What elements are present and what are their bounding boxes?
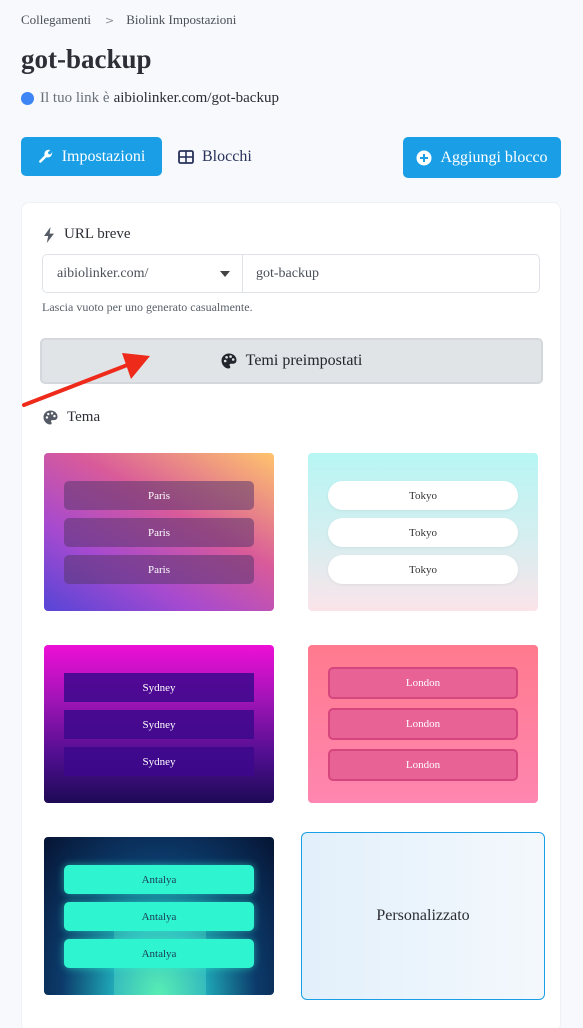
theme-card-custom[interactable]: Personalizzato — [301, 832, 545, 1000]
add-block-button[interactable]: Aggiungi blocco — [403, 137, 561, 178]
theme-preview-button: Sydney — [64, 673, 254, 702]
theme-preview-button: Paris — [64, 555, 254, 584]
theme-preview-button: Antalya — [64, 902, 254, 931]
theme-preview-button: Tokyo — [328, 518, 518, 547]
short-url-help: Lascia vuoto per uno generato casualment… — [42, 300, 253, 314]
theme-preview-button: Tokyo — [328, 555, 518, 584]
table-grid-icon — [178, 149, 194, 164]
theme-section-label-text: Tema — [67, 409, 101, 425]
settings-tab-label: Impostazioni — [61, 147, 146, 165]
theme-card-london[interactable]: London London London — [308, 645, 538, 803]
palette-icon — [221, 353, 237, 369]
chevron-right-icon: > — [105, 13, 115, 27]
settings-tab-button[interactable]: Impostazioni — [21, 137, 162, 176]
page-title: got-backup — [21, 44, 152, 74]
red-arrow-icon — [22, 353, 150, 407]
slug-input[interactable] — [243, 255, 539, 292]
theme-preview-button: Tokyo — [328, 481, 518, 510]
palette-icon — [43, 410, 58, 425]
short-url-label: URL breve — [43, 226, 131, 243]
blocks-tab-label: Blocchi — [202, 147, 252, 165]
theme-preview-button: Antalya — [64, 865, 254, 894]
link-info: Il tuo link è aibiolinker.com/got-backup — [21, 90, 279, 107]
status-dot-icon — [21, 92, 34, 105]
custom-theme-label: Personalizzato — [376, 907, 470, 924]
blocks-tab-button[interactable]: Blocchi — [178, 137, 252, 176]
theme-card-sydney[interactable]: Sydney Sydney Sydney — [44, 645, 274, 803]
link-prefix: Il tuo link è — [40, 90, 110, 106]
breadcrumb: Collegamenti > Biolink Impostazioni — [21, 12, 236, 28]
wrench-icon — [38, 149, 53, 163]
theme-preview-button: Antalya — [64, 939, 254, 968]
short-url-label-text: URL breve — [64, 226, 131, 242]
add-block-label: Aggiungi blocco — [440, 148, 548, 166]
bolt-icon — [44, 226, 54, 243]
theme-section-label: Tema — [43, 409, 100, 426]
caret-down-icon — [220, 270, 230, 277]
theme-card-antalya[interactable]: Antalya Antalya Antalya — [44, 837, 274, 995]
breadcrumb-current: Biolink Impostazioni — [126, 12, 237, 27]
theme-preview-button: Sydney — [64, 747, 254, 776]
plus-circle-icon — [416, 150, 432, 165]
theme-preview-button: London — [328, 749, 518, 781]
domain-select[interactable]: aibiolinker.com/ — [43, 255, 243, 292]
link-url[interactable]: aibiolinker.com/got-backup — [114, 90, 279, 107]
theme-preview-button: Paris — [64, 481, 254, 510]
breadcrumb-link-collegamenti[interactable]: Collegamenti — [21, 12, 91, 28]
preset-themes-label: Temi preimpostati — [245, 352, 363, 369]
theme-preview-button: Paris — [64, 518, 254, 547]
theme-card-paris[interactable]: Paris Paris Paris — [44, 453, 274, 611]
short-url-group: aibiolinker.com/ — [42, 254, 540, 293]
theme-preview-button: Sydney — [64, 710, 254, 739]
theme-preview-button: London — [328, 708, 518, 740]
theme-card-tokyo[interactable]: Tokyo Tokyo Tokyo — [308, 453, 538, 611]
theme-preview-button: London — [328, 667, 518, 699]
domain-select-value: aibiolinker.com/ — [57, 265, 149, 281]
